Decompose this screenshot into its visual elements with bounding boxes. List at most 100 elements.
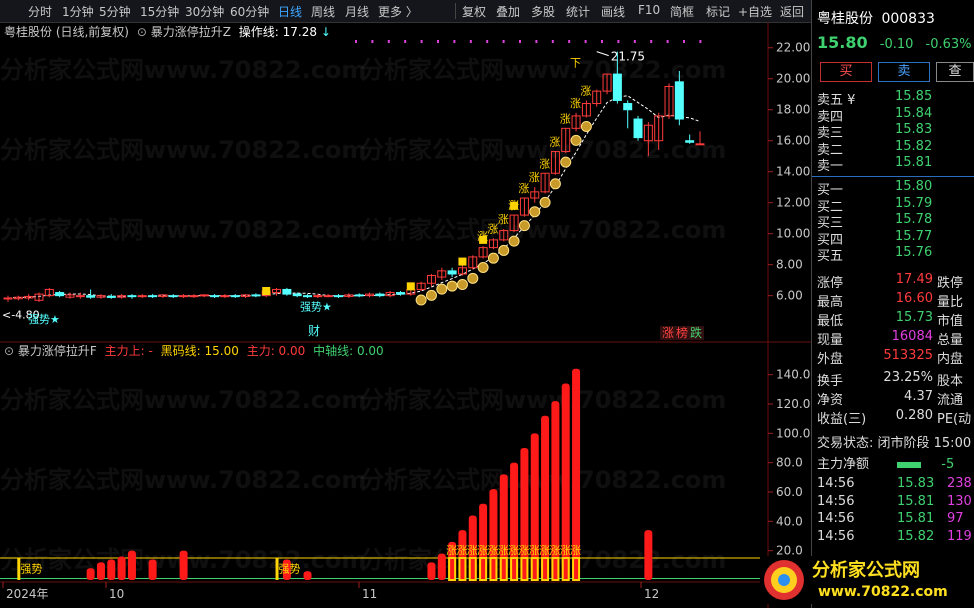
add-watchlist-button[interactable]: +自选 bbox=[738, 3, 772, 20]
period-tab[interactable]: 日线 bbox=[278, 3, 302, 20]
more-periods-button[interactable]: 更多 〉 bbox=[378, 3, 418, 20]
candle-body bbox=[623, 103, 633, 111]
money-bag-icon bbox=[425, 289, 437, 301]
price-tick-label: 6.00 bbox=[776, 289, 803, 303]
multi-stock-button[interactable]: 多股 bbox=[531, 3, 555, 20]
candle-body bbox=[251, 294, 261, 297]
candle-body bbox=[282, 288, 292, 295]
money-bag-icon bbox=[508, 235, 520, 247]
query-button[interactable]: 查 bbox=[936, 62, 974, 82]
candle-body bbox=[633, 118, 643, 139]
tick-price: 15.81 bbox=[897, 511, 935, 526]
period-tab[interactable]: 1分钟 bbox=[62, 3, 94, 20]
f10-button[interactable]: F10 bbox=[638, 3, 660, 17]
zhangting-label: 涨 bbox=[662, 325, 674, 340]
candle-body bbox=[695, 143, 705, 146]
period-tab[interactable]: 分时 bbox=[28, 3, 52, 20]
candlestick-chart[interactable]: 22.00 20.00 18.00 16.00 14.00 12.00 10.00 8.00 6… bbox=[0, 22, 811, 608]
tick-time: 14:56 bbox=[817, 476, 855, 491]
price-change-pct: -0.63% bbox=[925, 37, 972, 52]
period-tab[interactable]: 周线 bbox=[311, 3, 335, 20]
quote-label: 卖一 bbox=[817, 159, 844, 174]
sell-button[interactable]: 卖 bbox=[878, 62, 930, 82]
signal-dot bbox=[601, 40, 603, 43]
candle-body bbox=[189, 295, 199, 298]
stat-value: 513325 bbox=[883, 348, 933, 363]
money-bag-icon bbox=[580, 120, 592, 132]
sub-line-2: 黑码线: 15.00 bbox=[160, 344, 239, 358]
stat-row: 换手 23.25% 股本 bbox=[817, 370, 963, 389]
stock-name: 粤桂股份 bbox=[817, 11, 873, 27]
quote-value: 15.85 bbox=[895, 89, 933, 104]
stat-label-2: 量比 bbox=[937, 295, 964, 310]
mark-button[interactable]: 标记 bbox=[706, 3, 730, 20]
price-tick-label: 16.00 bbox=[776, 134, 810, 148]
net-flow-label: 主力净额 bbox=[817, 457, 870, 472]
tick-price: 15.83 bbox=[897, 476, 935, 491]
stat-label: 现量 bbox=[817, 333, 844, 348]
candle-body bbox=[199, 294, 209, 297]
tick-row: 14:56 15.83 238 bbox=[817, 476, 972, 491]
candle-body bbox=[334, 295, 344, 298]
stat-value: 15.73 bbox=[895, 310, 933, 325]
net-flow-row: 主力净额 -5 bbox=[817, 453, 954, 472]
period-tab[interactable]: 月线 bbox=[345, 3, 369, 20]
period-tab[interactable]: 5分钟 bbox=[99, 3, 131, 20]
buy-button[interactable]: 买 bbox=[820, 62, 872, 82]
simple-frame-button[interactable]: 简框 bbox=[670, 3, 694, 20]
stat-label-2: 市值 bbox=[937, 314, 964, 329]
stat-label-2: PE(动 bbox=[937, 412, 972, 427]
stat-label-2: 流通 bbox=[937, 393, 964, 408]
stat-row: 收益(三) 0.280 PE(动 bbox=[817, 408, 971, 427]
tick-volume: 238 bbox=[947, 476, 972, 491]
signal-dot bbox=[371, 40, 374, 43]
sub-tick-label: 60.0 bbox=[776, 485, 803, 499]
signal-dot bbox=[486, 40, 489, 43]
signal-dot bbox=[633, 40, 636, 43]
stat-value: 0.280 bbox=[895, 408, 933, 423]
tick-row: 14:56 15.81 97 bbox=[817, 511, 964, 526]
candle-body bbox=[3, 297, 13, 300]
sub-indicator-name[interactable]: 暴力涨停拉升F bbox=[18, 344, 97, 358]
period-tab[interactable]: 15分钟 bbox=[140, 3, 179, 20]
candle-body bbox=[685, 140, 695, 143]
candle-body bbox=[148, 295, 158, 298]
overlay-button[interactable]: 叠加 bbox=[496, 3, 520, 20]
money-bag-icon bbox=[518, 220, 530, 232]
signal-dot bbox=[469, 40, 472, 43]
stat-value: 4.37 bbox=[904, 389, 933, 404]
candle-body bbox=[674, 81, 684, 120]
sub-menu-icon[interactable]: ⊙ bbox=[4, 344, 14, 358]
period-tab[interactable]: 30分钟 bbox=[185, 3, 224, 20]
sub-line-1: 主力上: - bbox=[104, 344, 153, 358]
zhang-label: 涨 bbox=[580, 84, 591, 97]
price-row: 15.80 -0.10 -0.63% bbox=[817, 33, 972, 52]
sub-tick-label: 140.0 bbox=[776, 368, 810, 382]
money-bag-icon bbox=[467, 272, 479, 284]
candle-body bbox=[55, 292, 65, 297]
zhang-label: 涨 bbox=[570, 544, 581, 557]
signal-square bbox=[406, 282, 415, 291]
back-button[interactable]: 返回 bbox=[780, 3, 804, 20]
stat-label: 最低 bbox=[817, 314, 844, 329]
candle-body bbox=[323, 295, 333, 298]
stat-row: 现量 16084 总量 bbox=[817, 329, 963, 348]
signal-square bbox=[510, 201, 519, 210]
tick-volume: 119 bbox=[947, 528, 972, 544]
stat-label-2: 总量 bbox=[937, 333, 964, 348]
money-bag-icon bbox=[498, 244, 510, 256]
logo-text: 分析家公式网 bbox=[812, 559, 920, 581]
stat-label-2: 股本 bbox=[937, 374, 964, 389]
draw-line-button[interactable]: 画线 bbox=[601, 3, 625, 20]
sub-line-3: 主力: 0.00 bbox=[246, 344, 306, 358]
signal-square bbox=[458, 257, 467, 266]
period-tab[interactable]: 60分钟 bbox=[230, 3, 269, 20]
strong-sub-label: 强势 bbox=[20, 563, 42, 576]
stat-label: 换手 bbox=[817, 374, 844, 389]
fuquan-button[interactable]: 复权 bbox=[462, 3, 486, 20]
date-label: 11 bbox=[362, 587, 377, 601]
strong-label: 强势★ bbox=[28, 313, 60, 326]
stats-button[interactable]: 统计 bbox=[566, 3, 590, 20]
sub-indicator-bar: ⊙ 暴力涨停拉升F 主力上: - 黑码线: 15.00 主力: 0.00 中轴线… bbox=[0, 342, 810, 358]
candle-body bbox=[612, 73, 622, 101]
